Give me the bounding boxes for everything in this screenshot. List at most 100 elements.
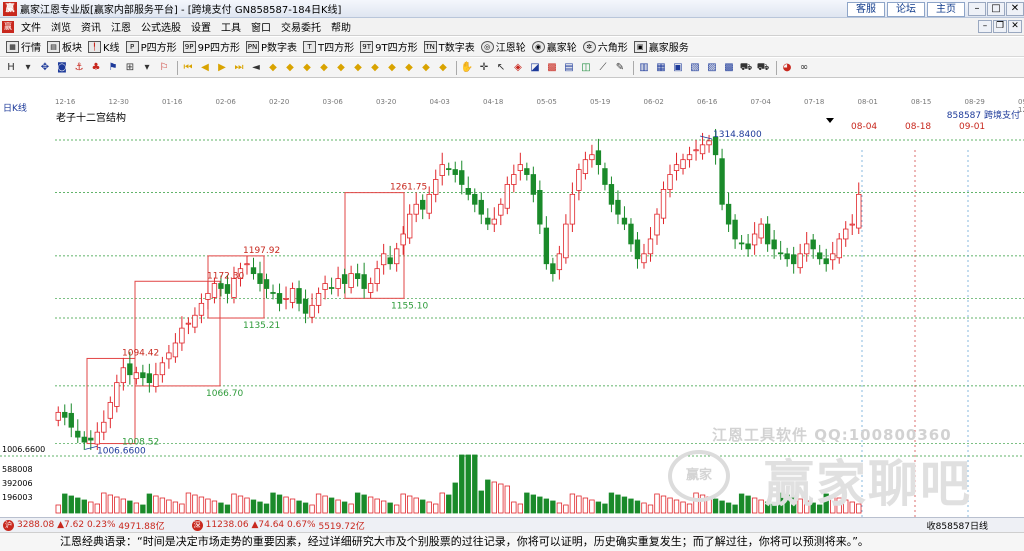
menu-trade[interactable]: 交易委托: [276, 19, 326, 34]
window-icon-5[interactable]: ▨: [705, 61, 719, 75]
menu-file[interactable]: 文件: [16, 19, 46, 34]
mdi-restore-icon[interactable]: ❐: [993, 20, 1007, 33]
tool-flag-icon[interactable]: ⚐: [157, 61, 171, 75]
tool-9t-square[interactable]: 9T 9T四方形: [360, 39, 418, 54]
diamond-icon-7[interactable]: ◆: [368, 61, 382, 75]
volume-bar: [647, 504, 654, 514]
tool-service[interactable]: ▣ 赢家服务: [633, 39, 689, 54]
draw-icon-5[interactable]: ◫: [579, 61, 593, 75]
volume-bar: [101, 492, 107, 514]
tool-kline[interactable]: ╿ K线: [88, 39, 120, 54]
diamond-icon-2[interactable]: ◆: [283, 61, 297, 75]
prev-icon[interactable]: ◀: [198, 61, 212, 75]
tool-p-square[interactable]: P P四方形: [125, 39, 177, 54]
tool-icon-4[interactable]: ♣: [89, 61, 103, 75]
volume-bar: [498, 483, 504, 514]
tool-hexagon[interactable]: ✲ 六角形: [582, 39, 628, 54]
dropdown-icon[interactable]: ▾: [21, 61, 35, 75]
diamond-icon-6[interactable]: ◆: [351, 61, 365, 75]
customer-service-link[interactable]: 客服: [847, 1, 885, 17]
mdi-close-icon[interactable]: ✕: [1008, 20, 1022, 33]
draw-icon-1[interactable]: ◈: [511, 61, 525, 75]
index-icon-1[interactable]: 沪: [3, 519, 14, 531]
candle-body: [218, 283, 224, 289]
tool-icon-6[interactable]: ⊞: [123, 61, 137, 75]
diamond-icon-4[interactable]: ◆: [317, 61, 331, 75]
window-icon-2[interactable]: ▦: [654, 61, 668, 75]
tool-sectors[interactable]: ▤ 板块: [47, 39, 82, 54]
zoom-out-icon[interactable]: ◄: [249, 61, 263, 75]
volume-bar: [511, 501, 517, 514]
car-icon[interactable]: ⛟: [739, 61, 753, 75]
menu-tools[interactable]: 工具: [216, 19, 246, 34]
tool-gann-wheel[interactable]: ◎ 江恩轮: [480, 39, 526, 54]
price-label: 1006.6600: [97, 446, 146, 456]
window-icon-6[interactable]: ▩: [722, 61, 736, 75]
first-icon[interactable]: ⏮: [181, 61, 195, 75]
menu-window[interactable]: 窗口: [246, 19, 276, 34]
volume-bar: [107, 494, 113, 514]
maximize-icon[interactable]: □: [987, 2, 1005, 16]
forum-link[interactable]: 论坛: [887, 1, 925, 17]
draw-icon-4[interactable]: ▤: [562, 61, 576, 75]
last-icon[interactable]: ⏭: [232, 61, 246, 75]
tool-t-table[interactable]: TN T数字表: [423, 39, 475, 54]
volume-bar: [472, 454, 478, 514]
diamond-icon-5[interactable]: ◆: [334, 61, 348, 75]
tool-9p-square[interactable]: 9P 9P四方形: [182, 39, 240, 54]
tool-icon-1[interactable]: ✥: [38, 61, 52, 75]
volume-bar: [576, 495, 582, 514]
diamond-icon-10[interactable]: ◆: [419, 61, 433, 75]
window-icon-3[interactable]: ▣: [671, 61, 685, 75]
tool-icon-5[interactable]: ⚑: [106, 61, 120, 75]
volume-bar: [563, 504, 569, 514]
volume-bar: [686, 503, 693, 514]
menu-settings[interactable]: 设置: [186, 19, 216, 34]
window-icon-1[interactable]: ▥: [637, 61, 651, 75]
tool-dropdown-icon[interactable]: ▾: [140, 61, 154, 75]
volume-bar: [595, 501, 602, 514]
diamond-icon-9[interactable]: ◆: [402, 61, 416, 75]
tool-p-table[interactable]: PN P数字表: [246, 39, 297, 54]
window-icon-4[interactable]: ▧: [688, 61, 702, 75]
hand-icon[interactable]: ✋: [460, 61, 474, 75]
car-icon-2[interactable]: ⛟: [756, 61, 770, 75]
draw-icon-3[interactable]: ▩: [545, 61, 559, 75]
menu-formula[interactable]: 公式选股: [136, 19, 186, 34]
candle-body: [315, 293, 322, 306]
idx2-value: 11238.06: [205, 520, 249, 530]
crosshair-icon[interactable]: ✛: [477, 61, 491, 75]
draw-icon-7[interactable]: ✎: [613, 61, 627, 75]
diamond-icon-1[interactable]: ◆: [266, 61, 280, 75]
close-icon[interactable]: ✕: [1006, 2, 1024, 16]
volume-bar: [439, 492, 445, 514]
volume-bar: [589, 499, 595, 514]
next-icon[interactable]: ▶: [215, 61, 229, 75]
mdi-minimize-icon[interactable]: –: [978, 20, 992, 33]
cursor-icon[interactable]: ↖: [494, 61, 508, 75]
tool-t-square[interactable]: T T四方形: [303, 39, 354, 54]
candle-body: [179, 327, 185, 344]
tool-quotes[interactable]: ▦ 行情: [6, 39, 41, 54]
candle-body: [738, 242, 745, 245]
infinity-icon[interactable]: ∞: [797, 61, 811, 75]
color-wheel-icon[interactable]: ◕: [780, 61, 794, 75]
diamond-icon-8[interactable]: ◆: [385, 61, 399, 75]
tool-icon-3[interactable]: ⚓: [72, 61, 86, 75]
period-label[interactable]: 日K线: [3, 101, 27, 114]
minimize-icon[interactable]: –: [968, 2, 986, 16]
homepage-link[interactable]: 主页: [927, 1, 965, 17]
menu-news[interactable]: 资讯: [76, 19, 106, 34]
draw-icon-6[interactable]: ⟋: [596, 61, 610, 75]
diamond-icon-11[interactable]: ◆: [436, 61, 450, 75]
menu-help[interactable]: 帮助: [326, 19, 356, 34]
index-icon-2[interactable]: 深: [191, 519, 203, 531]
menu-browse[interactable]: 浏览: [46, 19, 76, 34]
menu-gann[interactable]: 江恩: [106, 19, 136, 34]
tool-indicator-icon[interactable]: H: [4, 61, 18, 75]
tool-winner-wheel[interactable]: ◉ 赢家轮: [531, 39, 577, 54]
diamond-icon-3[interactable]: ◆: [300, 61, 314, 75]
candle-body: [420, 199, 426, 210]
draw-icon-2[interactable]: ◪: [528, 61, 542, 75]
tool-icon-2[interactable]: ◙: [55, 61, 69, 75]
